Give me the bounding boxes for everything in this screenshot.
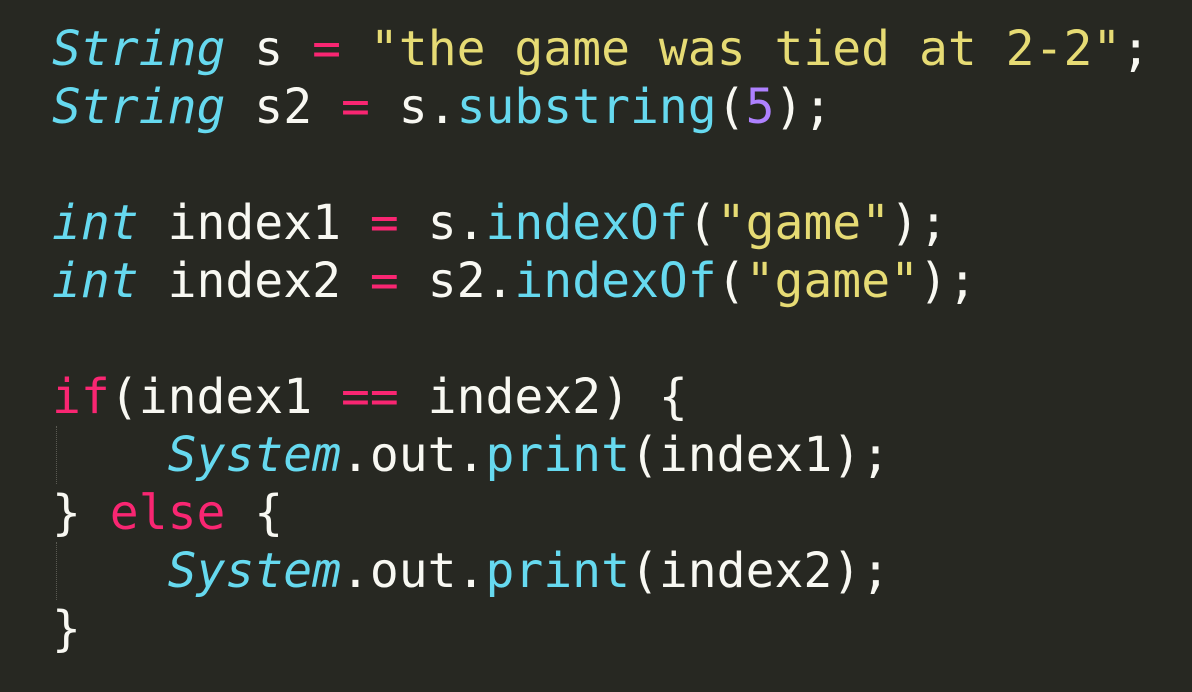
code-line: String s2 = s.substring(5); [52, 78, 1192, 136]
code-token: indexOf [485, 195, 688, 251]
code-token: print [485, 427, 630, 483]
code-token: int [52, 195, 139, 251]
code-token: s2 [225, 79, 341, 135]
code-token: print [485, 543, 630, 599]
code-token: (index2); [629, 543, 891, 599]
code-token: "game" [745, 253, 919, 309]
code-token: if [52, 369, 110, 425]
code-token: index2 [138, 253, 370, 309]
code-line: String s = "the game was tied at 2-2"; [52, 20, 1192, 78]
code-token: (index1); [629, 427, 891, 483]
code-token: s [225, 21, 313, 77]
indent-guide [56, 426, 57, 484]
code-block[interactable]: String s = "the game was tied at 2-2"; St… [52, 20, 1192, 658]
code-token: (index1 [109, 369, 341, 425]
code-token: } [52, 601, 81, 657]
code-token: System [167, 427, 341, 483]
code-line: } else { [52, 484, 1192, 542]
code-token: .out. [340, 427, 486, 483]
code-line: int index1 = s.indexOf("game"); [52, 194, 1192, 252]
code-token: System [167, 543, 341, 599]
code-token: == [340, 369, 399, 425]
code-token: "the game was tied at 2-2" [369, 21, 1122, 77]
code-token: } [52, 485, 110, 541]
code-token: ); [774, 79, 833, 135]
code-token: String [52, 79, 226, 135]
code-token: s. [398, 195, 486, 251]
code-token: = [340, 79, 370, 135]
code-token: ( [716, 253, 746, 309]
code-token: substring [456, 79, 717, 135]
code-token: 5 [745, 79, 775, 135]
code-line: if(index1 == index2) { [52, 368, 1192, 426]
indent-guide [56, 542, 57, 600]
code-line: System.out.print(index2); [52, 542, 1192, 600]
code-token: index1 [138, 195, 370, 251]
code-token: int [52, 253, 139, 309]
code-token: ( [716, 79, 746, 135]
code-token: String [52, 21, 226, 77]
code-line: } [52, 600, 1192, 658]
code-token: ); [890, 195, 948, 251]
code-token: ); [918, 253, 977, 309]
code-token: s2. [398, 253, 515, 309]
code-token: { [225, 485, 284, 541]
code-token: = [369, 195, 399, 251]
code-token: ; [1121, 21, 1151, 77]
code-editor[interactable]: String s = "the game was tied at 2-2"; St… [0, 0, 1192, 692]
code-token: = [369, 253, 399, 309]
code-line: System.out.print(index1); [52, 426, 1192, 484]
code-token: = [312, 21, 341, 77]
code-token: else [109, 485, 226, 541]
code-token: ( [687, 195, 717, 251]
code-token: s. [369, 79, 457, 135]
code-line: int index2 = s2.indexOf("game"); [52, 252, 1192, 310]
code-token: .out. [340, 543, 486, 599]
code-token: "game" [716, 195, 891, 251]
code-token: indexOf [514, 253, 717, 309]
code-token: index2) { [398, 369, 688, 425]
